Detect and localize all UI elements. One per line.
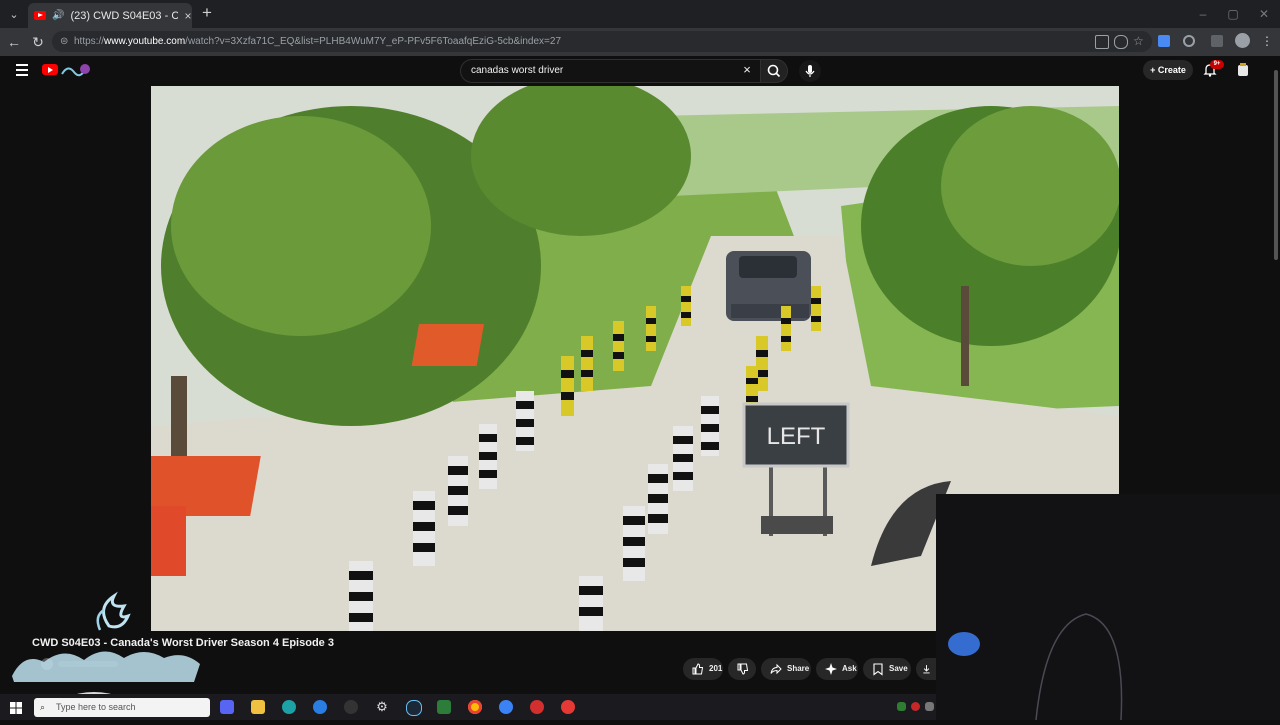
search-button[interactable] [760, 59, 788, 83]
save-icon [873, 663, 883, 676]
tab-list-icon[interactable]: ⌄ [4, 4, 24, 24]
plus-icon: + [1150, 65, 1158, 75]
tray-icon[interactable] [897, 702, 906, 711]
tray-icon-3[interactable] [925, 702, 934, 711]
dislike-button[interactable] [728, 658, 756, 680]
taskbar-search-placeholder: Type here to search [56, 702, 136, 712]
zoom-icon[interactable] [1114, 35, 1128, 49]
url-path: /watch?v=3Xzfa71C_EQ&list=PLHB4WuM7Y_eP-… [185, 36, 562, 47]
media-icon[interactable] [344, 700, 358, 714]
search-icon: ⌕ [40, 702, 46, 712]
save-button[interactable]: Save [863, 658, 911, 680]
create-label: Create [1157, 65, 1186, 75]
mic-icon [805, 65, 815, 77]
youtube-logo[interactable] [42, 62, 92, 78]
share-label: Share [787, 664, 810, 673]
url-bar[interactable]: ⊜ https://www.youtube.com/watch?v=3Xzfa7… [52, 31, 1152, 52]
like-icon [692, 663, 704, 675]
tab-close-icon[interactable]: × [184, 9, 191, 23]
share-button[interactable]: Share [761, 658, 811, 680]
maximize-icon[interactable]: ▢ [1225, 6, 1241, 22]
steam-icon[interactable] [406, 700, 422, 716]
mic-button[interactable] [799, 60, 821, 82]
app-icon-2[interactable] [499, 700, 513, 714]
sign-text: LEFT [767, 423, 826, 450]
search-input[interactable]: canadas worst driver [460, 59, 762, 83]
close-window-icon[interactable]: ✕ [1256, 6, 1272, 22]
url-prefix: https:// [74, 36, 105, 47]
url-host: www.youtube.com [104, 36, 186, 47]
tab-title: (23) CWD S04E03 - Canada's [70, 9, 179, 22]
channel-avatar[interactable] [1234, 61, 1252, 79]
hamburger-icon[interactable] [16, 64, 28, 76]
dislike-icon [737, 663, 749, 675]
like-button[interactable]: 201 [683, 658, 723, 680]
browser-tab-strip [0, 0, 1280, 28]
refresh-icon[interactable]: ↻ [30, 34, 46, 50]
create-button[interactable]: + Create [1143, 60, 1193, 80]
browser-menu-icon[interactable]: ⋮ [1261, 34, 1273, 48]
share-icon [770, 663, 782, 675]
file-explorer-icon[interactable] [251, 700, 265, 714]
chrome-icon[interactable] [468, 700, 482, 714]
taskbar-search-input[interactable]: ⌕ Type here to search [34, 698, 210, 717]
puzzle-icon[interactable] [1211, 35, 1223, 47]
app-icon-3[interactable] [530, 700, 544, 714]
new-tab-button[interactable]: + [198, 4, 216, 22]
speaker-icon[interactable]: 🔊 [52, 10, 64, 21]
lock-icon: ⊜ [60, 36, 69, 47]
download-button[interactable] [916, 658, 936, 680]
search-value: canadas worst driver [471, 65, 564, 76]
webcam-overlay [936, 494, 1280, 721]
minimize-icon[interactable]: – [1195, 6, 1211, 22]
like-count: 201 [709, 664, 723, 673]
settings-icon[interactable]: ⚙ [375, 700, 389, 714]
ask-button[interactable]: Ask [816, 658, 858, 680]
app-icon-4[interactable] [561, 700, 575, 714]
app-icon[interactable] [313, 700, 327, 714]
game-icon[interactable] [437, 700, 451, 714]
save-label: Save [889, 664, 908, 673]
discord-icon[interactable] [220, 700, 234, 714]
star-icon[interactable]: ☆ [1133, 35, 1145, 47]
apps-icon[interactable] [1095, 35, 1109, 49]
back-icon[interactable]: ← [6, 34, 22, 50]
search-icon [767, 64, 781, 78]
ask-icon [825, 663, 837, 675]
edge-icon[interactable] [282, 700, 296, 714]
search-clear-icon[interactable]: × [740, 63, 754, 77]
download-icon [923, 665, 930, 674]
youtube-favicon-icon [34, 11, 46, 20]
windows-icon[interactable] [10, 701, 22, 714]
notification-badge: 9+ [1210, 60, 1224, 69]
page-scrollbar[interactable] [1272, 58, 1280, 260]
browser-tab[interactable]: 🔊 (23) CWD S04E03 - Canada's × [28, 3, 192, 28]
sync-icon[interactable] [1183, 35, 1195, 47]
ask-label: Ask [842, 664, 857, 673]
tray-icon-2[interactable] [911, 702, 920, 711]
profile-avatar[interactable] [1235, 33, 1250, 48]
car [726, 251, 811, 321]
extension-icon[interactable] [1158, 35, 1170, 47]
